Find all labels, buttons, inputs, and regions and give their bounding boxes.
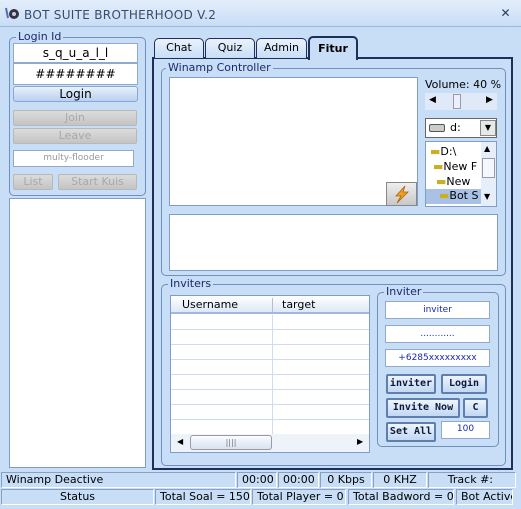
inviter-login-button[interactable]: Login [441, 374, 487, 394]
slider-thumb[interactable] [453, 94, 461, 109]
arrow-left-icon: ◀ [177, 437, 184, 446]
login-button[interactable]: Login [13, 86, 138, 102]
arrow-right-icon: ▶ [357, 437, 364, 446]
folder-icon: ▬ [433, 160, 444, 173]
total-badword: Total Badword = 0 [348, 489, 454, 505]
list-button[interactable]: List [13, 174, 53, 190]
folder-icon: ▬ [436, 175, 447, 188]
flooder-input[interactable]: multy-flooder [13, 150, 134, 167]
title-bar: BOT SUITE BROTHERHOOD V.2 ✕ [0, 0, 521, 27]
track-number: Track #: [428, 472, 516, 488]
inviter-phone-input[interactable]: +6285xxxxxxxxx [385, 349, 490, 367]
leave-button[interactable]: Leave [13, 128, 137, 144]
total-player: Total Player = 0 [252, 489, 346, 505]
tab-admin[interactable]: Admin [256, 38, 307, 58]
scroll-thumb[interactable]: |||| [190, 435, 272, 450]
tab-chat[interactable]: Chat [154, 38, 204, 58]
folder-icon: ▬ [430, 145, 441, 158]
inviter-pass-input[interactable]: ............ [385, 325, 490, 343]
window-title: BOT SUITE BROTHERHOOD V.2 [24, 8, 217, 22]
horizontal-scrollbar[interactable]: ◀ |||| ▶ [171, 434, 369, 452]
app-icon [4, 6, 20, 20]
winamp-legend: Winamp Controller [166, 61, 273, 74]
tab-fitur[interactable]: Fitur [308, 36, 358, 60]
listview-rows [171, 315, 369, 435]
count-input[interactable]: 100 [441, 421, 490, 439]
bot-status: Bot Active [456, 489, 513, 505]
column-target[interactable]: target [282, 298, 315, 311]
bitrate: 0 Kbps [320, 472, 372, 488]
volume-slider[interactable]: ◀ ▶ [425, 93, 497, 110]
inviter-user-input[interactable]: inviter [385, 301, 490, 319]
volume-label: Volume: 40 % [425, 78, 502, 91]
arrow-right-icon[interactable]: ▶ [486, 95, 493, 105]
winamp-display [169, 77, 418, 206]
column-username[interactable]: Username [182, 298, 238, 311]
elapsed-time: 00:00 [237, 472, 277, 488]
username-input[interactable]: s_q_u_a_l_l [13, 43, 138, 63]
tree-item[interactable]: ▬New [436, 175, 470, 188]
password-input[interactable]: ######## [13, 63, 138, 85]
chevron-down-icon[interactable]: ▼ [480, 120, 496, 136]
login-legend: Login Id [16, 30, 64, 43]
tree-scrollbar[interactable]: ▲ ▼ [481, 142, 496, 206]
tab-quiz[interactable]: Quiz [205, 38, 255, 58]
folder-icon: ▬ [439, 189, 450, 202]
tree-item[interactable]: ▬D:\ [430, 145, 456, 158]
inviters-legend: Inviters [168, 277, 214, 290]
drive-select[interactable]: d: ▼ [425, 118, 497, 138]
join-button[interactable]: Join [13, 110, 137, 126]
folder-tree[interactable]: ▬D:\ ▬New F ▬New ▬Bot S ▲ ▼ [425, 141, 497, 207]
winamp-text-area[interactable] [169, 214, 498, 271]
lightning-button[interactable] [386, 182, 417, 206]
listview-header: Username target [171, 296, 369, 314]
inviter-legend: Inviter [384, 285, 424, 298]
inviter-button[interactable]: inviter [386, 374, 436, 394]
invite-now-button[interactable]: Invite Now [386, 398, 460, 418]
total-time: 00:00 [278, 472, 319, 488]
drive-value: d: [450, 121, 461, 134]
tree-item[interactable]: ▬New F [433, 160, 477, 173]
scroll-thumb[interactable] [482, 158, 495, 178]
c-button[interactable]: C [463, 398, 488, 418]
arrow-left-icon[interactable]: ◀ [429, 95, 436, 105]
user-listbox[interactable] [9, 198, 146, 468]
start-kuis-button[interactable]: Start Kuis [58, 174, 137, 190]
drive-icon [429, 124, 445, 132]
status-label: Status [1, 489, 154, 505]
close-button[interactable]: ✕ [498, 7, 513, 20]
sample-rate: 0 KHZ [373, 472, 427, 488]
inviters-listview[interactable]: Username target ◀ |||| ▶ [170, 295, 370, 453]
winamp-status: Winamp Deactive [1, 472, 236, 488]
tree-item-selected[interactable]: ▬Bot S [426, 189, 482, 204]
total-soal: Total Soal = 150 [155, 489, 251, 505]
set-all-button[interactable]: Set All [386, 422, 436, 442]
